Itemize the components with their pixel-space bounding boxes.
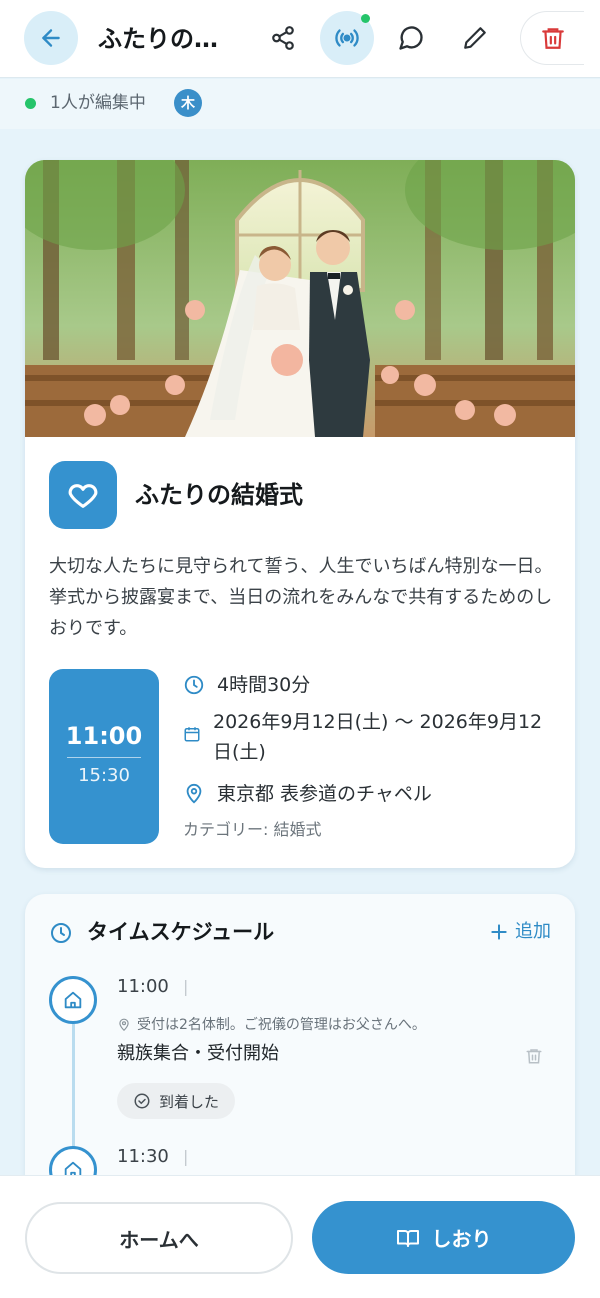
- map-pin-icon: [119, 1018, 129, 1032]
- location-row: 東京都 表参道のチャペル: [183, 779, 432, 809]
- home-button[interactable]: ホームへ: [25, 1202, 293, 1274]
- schedule-time: 11:30: [117, 1146, 169, 1167]
- check-circle-icon: [134, 1093, 150, 1109]
- calendar-icon: [184, 727, 200, 742]
- event-card: ふたりの結婚式 大切な人たちに見守られて誓う、人生でいちばん特別な一日。挙式から…: [25, 160, 575, 868]
- broadcast-icon: [335, 29, 359, 47]
- add-schedule-button[interactable]: 追加: [489, 919, 551, 945]
- online-dot: [25, 98, 36, 109]
- home-icon: [64, 991, 82, 1009]
- guide-button-label: しおり: [431, 1227, 492, 1251]
- schedule-title: タイムスケジュール: [87, 920, 275, 944]
- end-time: 15:30: [78, 765, 130, 786]
- clock-icon: [51, 923, 71, 943]
- time-separator: |: [183, 977, 189, 996]
- home-button-label: ホームへ: [119, 1227, 199, 1252]
- add-label: 追加: [515, 921, 551, 942]
- map-pin-icon: [186, 783, 202, 804]
- trash-icon: [541, 28, 564, 49]
- event-title: ふたりの結婚式: [135, 481, 303, 509]
- date-row: 2026年9月12日(土) 〜 2026年9月12日(土): [183, 707, 543, 767]
- avatar[interactable]: 木: [174, 89, 202, 117]
- event-type-badge: [49, 461, 117, 529]
- delete-schedule-item-button[interactable]: [525, 1046, 543, 1070]
- schedule-item-name: 親族集合・受付開始: [117, 1043, 279, 1064]
- timeline-node: [49, 976, 97, 1024]
- top-app-bar: ふたりの…: [0, 0, 600, 78]
- event-description: 大切な人たちに見守られて誓う、人生でいちばん特別な一日。挙式から披露宴まで、当日…: [49, 556, 553, 639]
- back-button[interactable]: [24, 11, 78, 65]
- duration-text: 4時間30分: [217, 674, 311, 696]
- plus-icon: [491, 924, 507, 940]
- schedule-card: タイムスケジュール 追加 11:00 | 受付は2名体制。ご祝儀の管理はお父さん…: [25, 894, 575, 1194]
- delete-button[interactable]: [520, 11, 584, 65]
- live-status-dot: [361, 14, 370, 23]
- duration-row: 4時間30分: [183, 670, 310, 700]
- schedule-time: 11:00: [117, 976, 169, 997]
- arrow-left-icon: [42, 29, 60, 47]
- book-open-icon: [396, 1229, 419, 1247]
- bottom-action-bar: ホームへ しおり: [0, 1175, 600, 1298]
- schedule-note: 受付は2名体制。ご祝儀の管理はお父さんへ。: [117, 1014, 426, 1036]
- share-button[interactable]: [256, 11, 310, 65]
- trash-icon: [526, 1049, 542, 1064]
- location-text: 東京都 表参道のチャペル: [217, 783, 432, 805]
- live-share-button[interactable]: [320, 11, 374, 65]
- guide-button[interactable]: しおり: [312, 1201, 575, 1274]
- page-title: ふたりの…: [98, 25, 218, 53]
- pencil-icon: [464, 27, 486, 49]
- presence-text: 1人が編集中: [50, 93, 146, 113]
- arrived-button[interactable]: 到着した: [117, 1083, 236, 1119]
- date-text: 2026年9月12日(土) 〜 2026年9月12日(土): [213, 711, 543, 763]
- share-icon: [272, 26, 294, 50]
- presence-bar: 1人が編集中 木: [0, 79, 600, 129]
- time-separator: |: [183, 1147, 189, 1166]
- edit-button[interactable]: [448, 11, 502, 65]
- comment-icon: [399, 26, 423, 50]
- time-range-box: 11:00 15:30: [49, 669, 159, 844]
- arrived-label: 到着した: [159, 1092, 220, 1111]
- schedule-note-text: 受付は2名体制。ご祝儀の管理はお父さんへ。: [137, 1017, 426, 1033]
- category-label: カテゴリー: 結婚式: [183, 820, 322, 839]
- start-time: 11:00: [65, 722, 143, 750]
- hero-image: [25, 160, 575, 437]
- comment-button[interactable]: [384, 11, 438, 65]
- clock-icon: [184, 675, 204, 695]
- heart-icon: [68, 484, 98, 508]
- time-divider: [67, 757, 141, 758]
